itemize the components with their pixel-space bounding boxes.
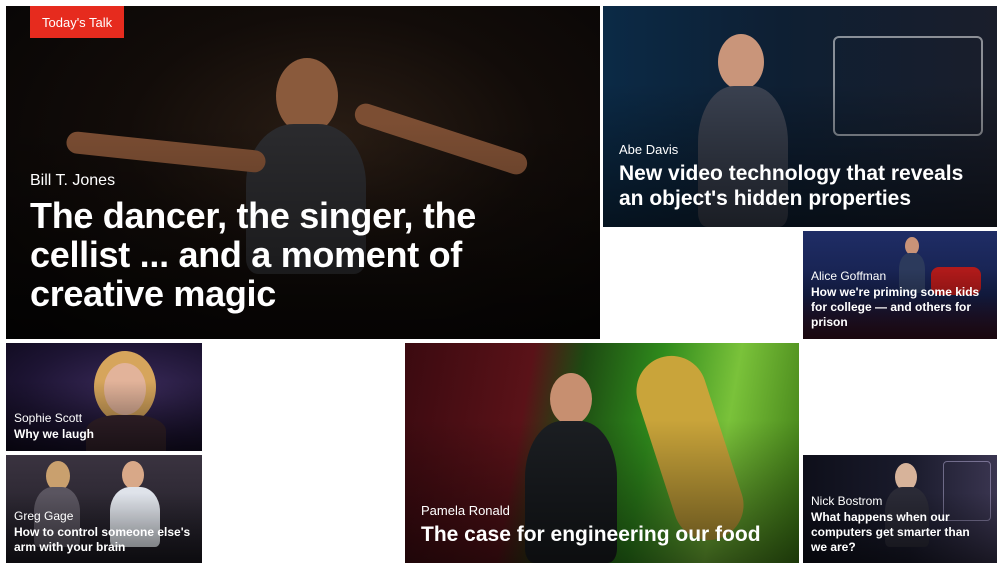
talk-tile-alice-goffman[interactable]: Alice Goffman How we're priming some kid…	[803, 231, 997, 339]
talk-title[interactable]: New video technology that reveals an obj…	[619, 161, 981, 211]
featured-talk-title[interactable]: The dancer, the singer, the cellist ... …	[30, 196, 576, 313]
talk-caption-nick-bostrom: Nick Bostrom What happens when our compu…	[803, 494, 997, 563]
talk-title[interactable]: The case for engineering our food	[421, 522, 783, 547]
talk-caption-alice-goffman: Alice Goffman How we're priming some kid…	[803, 269, 997, 339]
featured-talk-caption: Bill T. Jones The dancer, the singer, th…	[6, 172, 600, 339]
talk-title[interactable]: What happens when our computers get smar…	[811, 510, 989, 555]
todays-talk-badge: Today's Talk	[30, 6, 125, 38]
talk-tile-pamela-ronald[interactable]: Pamela Ronald The case for engineering o…	[405, 343, 799, 563]
talk-tile-sophie-scott[interactable]: Sophie Scott Why we laugh	[6, 343, 202, 451]
talk-tile-nick-bostrom[interactable]: Nick Bostrom What happens when our compu…	[803, 455, 997, 563]
talk-title[interactable]: Why we laugh	[14, 427, 194, 442]
talk-title[interactable]: How to control someone else's arm with y…	[14, 525, 194, 555]
talk-speaker: Nick Bostrom	[811, 494, 883, 508]
talk-caption-pamela-ronald: Pamela Ronald The case for engineering o…	[405, 503, 799, 563]
talk-caption-greg-gage: Greg Gage How to control someone else's …	[6, 509, 202, 563]
talk-speaker: Sophie Scott	[14, 411, 83, 425]
talk-caption-sophie-scott: Sophie Scott Why we laugh	[6, 411, 202, 451]
talk-speaker: Abe Davis	[619, 142, 679, 157]
talk-speaker: Greg Gage	[14, 509, 74, 523]
featured-talk-tile[interactable]: Today's Talk Bill T. Jones The dancer, t…	[6, 6, 600, 339]
talk-speaker: Pamela Ronald	[421, 503, 510, 518]
featured-talk-speaker: Bill T. Jones	[30, 172, 116, 189]
talk-speaker: Alice Goffman	[811, 269, 887, 283]
talk-tile-abe-davis[interactable]: Abe Davis New video technology that reve…	[603, 6, 997, 227]
talk-tile-greg-gage[interactable]: Greg Gage How to control someone else's …	[6, 455, 202, 563]
talk-title[interactable]: How we're priming some kids for college …	[811, 285, 989, 330]
talk-caption-abe-davis: Abe Davis New video technology that reve…	[603, 142, 997, 227]
